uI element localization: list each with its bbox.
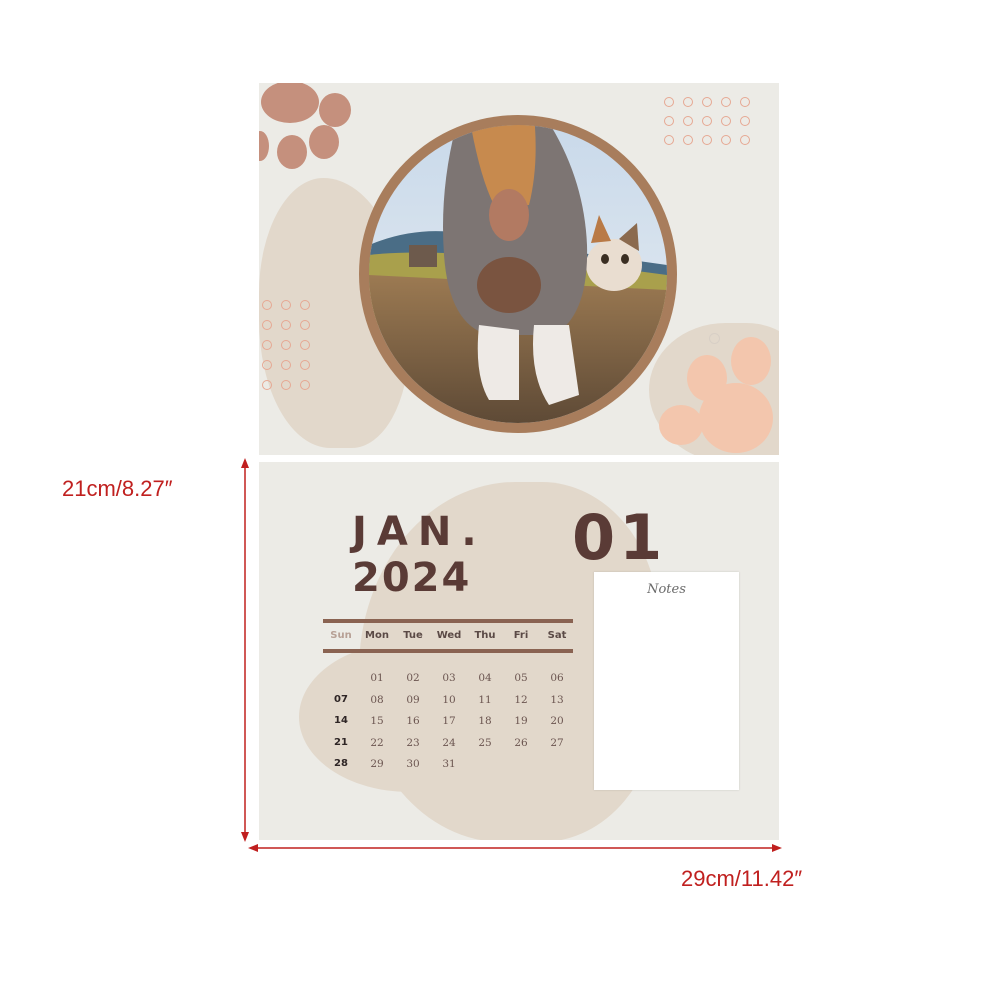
height-dimension-label: 21cm/8.27″ <box>62 476 173 501</box>
width-dimension-label: 29cm/11.42″ <box>681 866 803 891</box>
